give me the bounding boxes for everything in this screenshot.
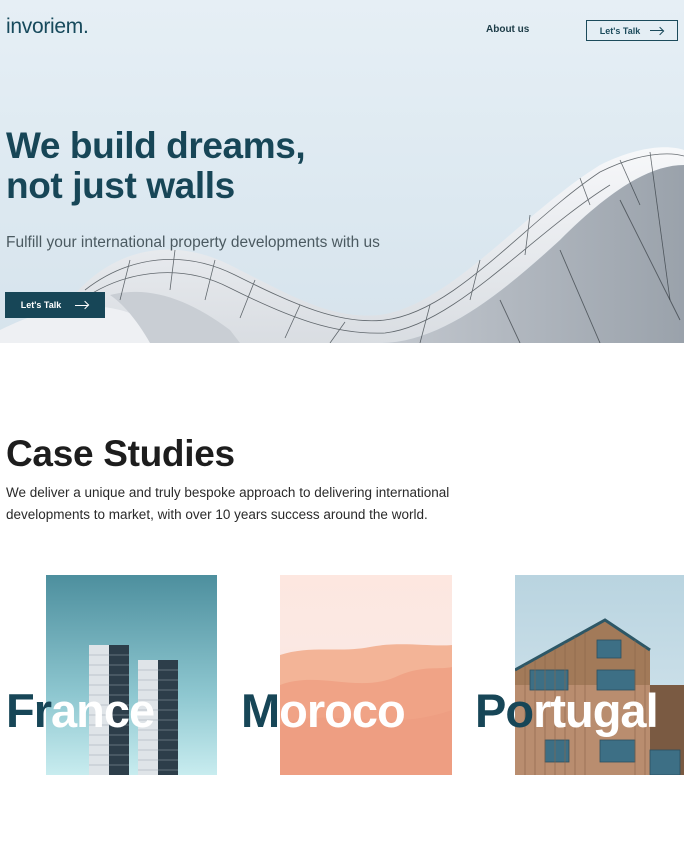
case-study-card-portugal[interactable] (515, 575, 684, 775)
case-study-label-portugal[interactable]: Portugal (475, 683, 659, 739)
nav-lets-talk-label: Let's Talk (599, 25, 641, 36)
nav-about-us-link[interactable]: About us (486, 24, 529, 35)
case-studies-title: Case Studies (6, 433, 235, 474)
hero-headline: We build dreams, not just walls (6, 126, 406, 206)
towers-image (46, 575, 217, 775)
desert-image (280, 575, 452, 775)
case-study-label-france[interactable]: France (6, 683, 155, 739)
case-studies-description: We deliver a unique and truly bespoke ap… (6, 485, 450, 522)
hero-headline-line-2: not just walls (6, 165, 235, 206)
wooden-house-image (515, 575, 684, 775)
case-study-label-morocco[interactable]: Moroco (241, 683, 406, 739)
case-study-card-morocco[interactable] (280, 575, 452, 775)
hero-lets-talk-button[interactable]: Let's Talk (5, 292, 105, 318)
hero-lets-talk-label: Let's Talk (20, 300, 62, 310)
nav-lets-talk-button[interactable]: Let's Talk (586, 20, 678, 41)
hero-subline: Fulfill your international property deve… (6, 234, 380, 251)
hero-headline-line-1: We build dreams, (6, 125, 306, 166)
arrow-right-icon (75, 301, 89, 309)
hero-section: invoriem. About us Let's Talk We build d… (0, 0, 684, 343)
arrow-right-icon (650, 27, 664, 35)
brand-logo[interactable]: invoriem. (6, 15, 89, 39)
case-study-card-france[interactable] (46, 575, 217, 775)
